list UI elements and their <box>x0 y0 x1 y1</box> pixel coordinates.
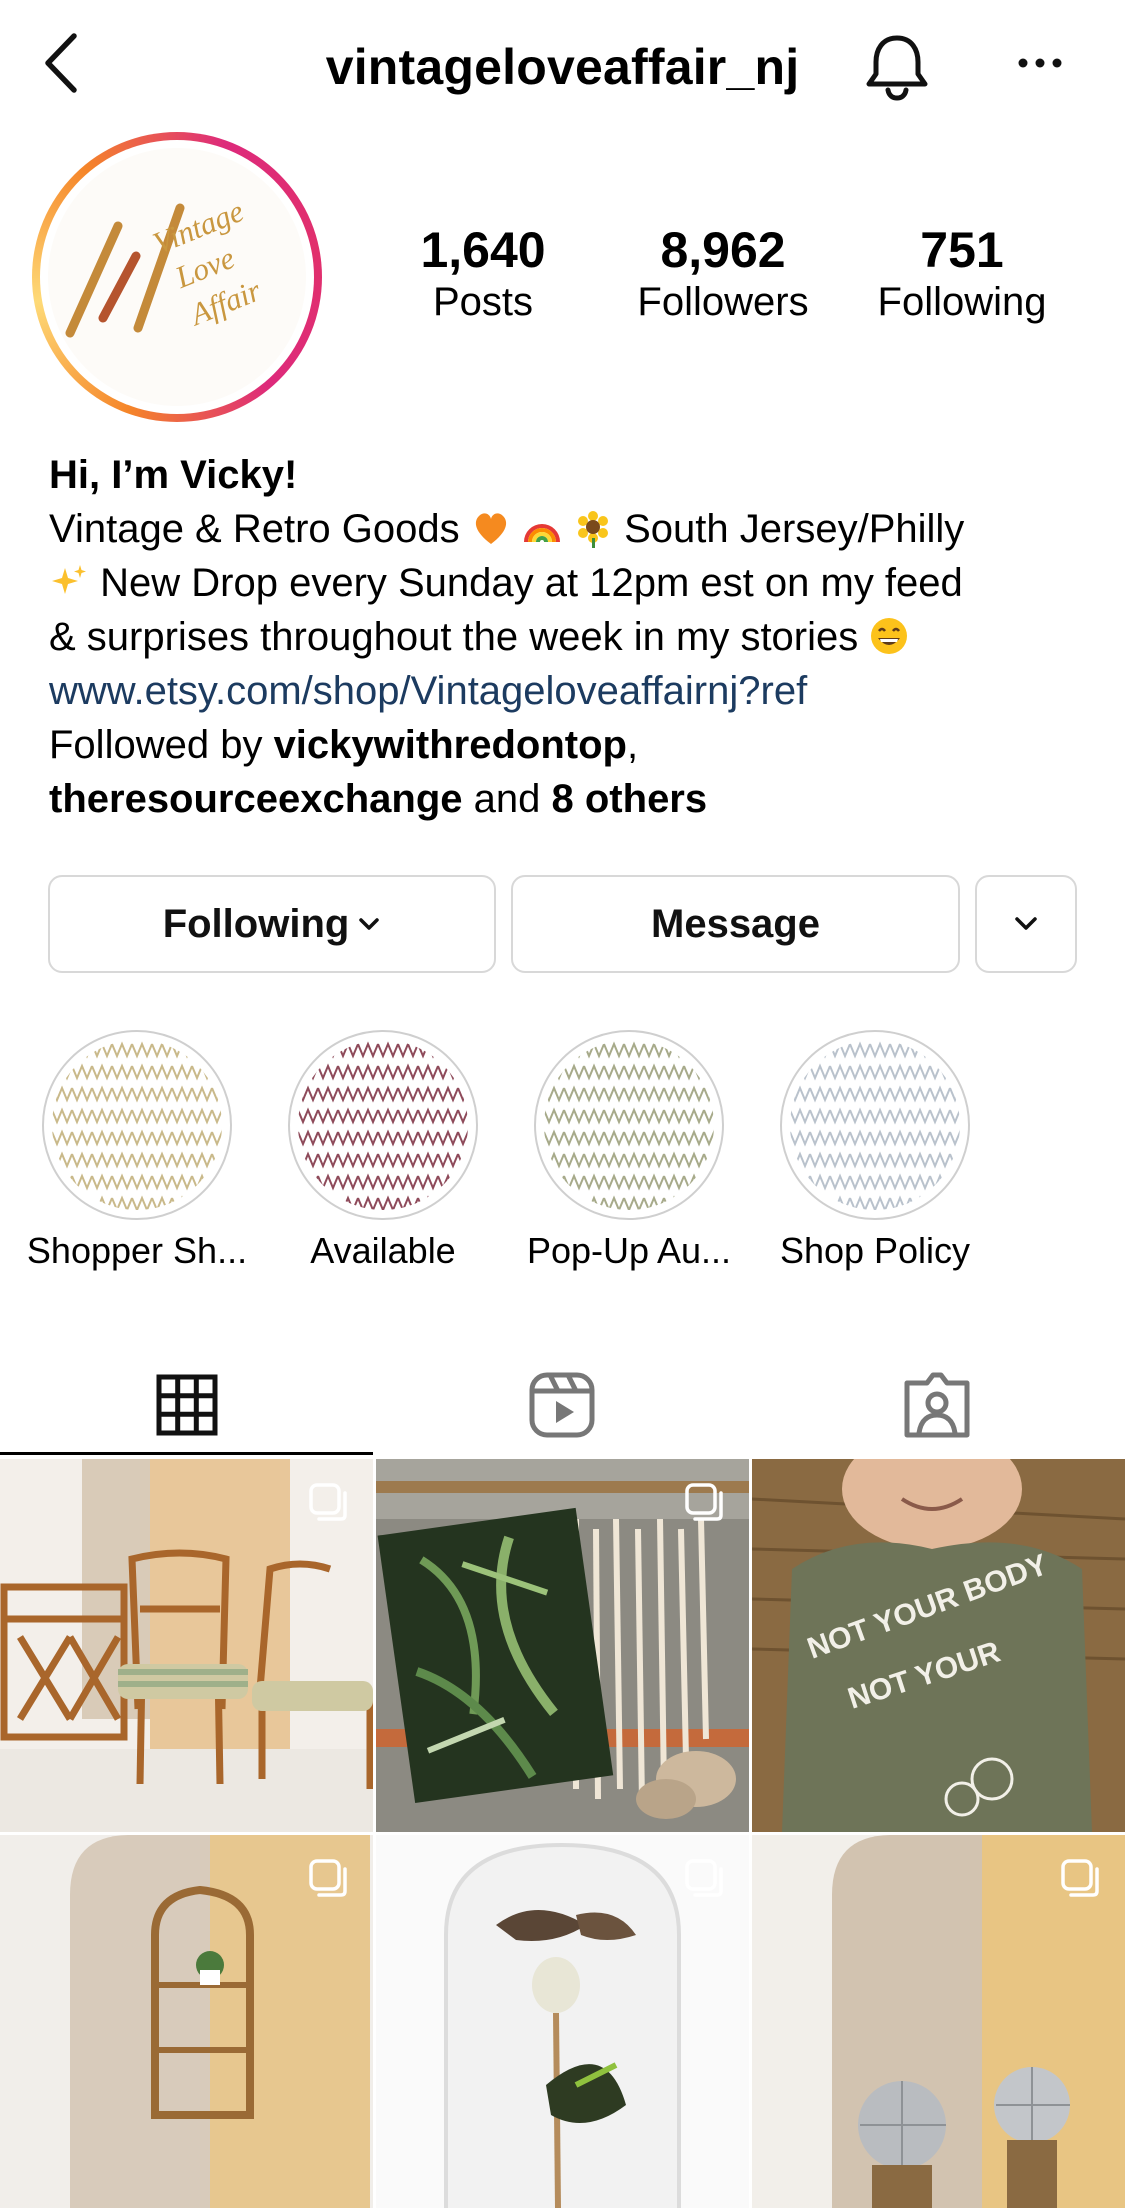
following-count: 751 <box>920 222 1004 278</box>
bio-line-2: New Drop every Sunday at 12pm est on my … <box>49 556 1089 610</box>
grid-icon <box>156 1374 218 1436</box>
tab-posts-grid[interactable] <box>2 1355 372 1455</box>
followed-by-others-link[interactable]: 8 others <box>552 777 708 821</box>
display-name: Hi, I’m Vicky! <box>49 453 298 497</box>
post-thumbnail[interactable] <box>752 1835 1125 2208</box>
post-thumbnail[interactable] <box>0 1459 373 1832</box>
highlight-shop-policy[interactable] <box>780 1030 970 1220</box>
chevron-down-icon <box>1015 917 1037 930</box>
highlight-cover <box>52 1040 222 1210</box>
highlight-cover <box>544 1040 714 1210</box>
tab-tagged[interactable] <box>752 1355 1122 1455</box>
following-label: Following <box>877 280 1047 324</box>
followed-by-line-2: theresourceexchange and 8 others <box>49 777 708 821</box>
highlight-shopper[interactable] <box>42 1030 232 1220</box>
post-thumbnail[interactable] <box>376 1459 749 1832</box>
active-tab-indicator <box>0 1452 373 1455</box>
highlight-popup[interactable] <box>534 1030 724 1220</box>
highlight-label: Available <box>310 1230 456 1271</box>
highlight-label: Shopper Sh... <box>26 1230 248 1271</box>
carousel-icon <box>1061 1859 1099 1897</box>
bio-line-1: Vintage & Retro Goods South Jersey/Phill… <box>49 507 965 551</box>
grinning-face-icon <box>871 618 908 654</box>
chevron-down-icon <box>359 918 380 930</box>
sparkles-icon <box>52 565 86 594</box>
followers-label: Followers <box>637 280 809 324</box>
highlight-cover <box>298 1040 468 1210</box>
suggested-accounts-button[interactable] <box>975 875 1077 973</box>
carousel-icon <box>685 1859 723 1897</box>
bio-line-3: & surprises throughout the week in my st… <box>49 610 1089 664</box>
carousel-icon <box>309 1483 347 1521</box>
highlight-cover <box>790 1040 960 1210</box>
rainbow-icon <box>523 524 560 543</box>
tshirt-photo: NOT YOUR BODY NOT YOUR <box>752 1459 1125 1832</box>
post-thumbnail[interactable] <box>0 1835 373 2208</box>
bio: Hi, I’m Vicky! Vintage & Retro Goods Sou… <box>49 448 1089 826</box>
highlight-label: Shop Policy <box>779 1230 971 1271</box>
highlight-label: Pop-Up Au... <box>526 1230 732 1271</box>
reels-icon <box>529 1372 595 1438</box>
following-stat[interactable]: 751 Following <box>872 222 1052 326</box>
avatar[interactable]: Vintage Love Affair <box>48 148 306 406</box>
posts-count: 1,640 <box>420 222 546 278</box>
more-options-icon[interactable] <box>1015 48 1065 78</box>
followed-by-user-link[interactable]: vickywithredontop <box>274 723 627 767</box>
carousel-icon <box>309 1859 347 1897</box>
profile-username: vintageloveaffair_nj <box>325 39 800 95</box>
orange-heart-icon <box>475 513 506 544</box>
posts-stat[interactable]: 1,640 Posts <box>393 222 573 326</box>
post-thumbnail[interactable] <box>376 1835 749 2208</box>
followers-count: 8,962 <box>660 222 786 278</box>
followed-by-user-link[interactable]: theresourceexchange <box>49 777 463 821</box>
following-button[interactable]: Following <box>48 875 496 973</box>
post-thumbnail[interactable]: NOT YOUR BODY NOT YOUR <box>752 1459 1125 1832</box>
sunflower-icon <box>578 511 608 548</box>
tagged-icon <box>904 1372 970 1438</box>
followers-stat[interactable]: 8,962 Followers <box>633 222 813 326</box>
posts-label: Posts <box>432 280 534 324</box>
highlight-available[interactable] <box>288 1030 478 1220</box>
message-button[interactable]: Message <box>511 875 960 973</box>
notification-bell-icon[interactable] <box>862 30 932 102</box>
vintage-love-affair-logo: Vintage Love Affair <box>65 193 266 338</box>
bio-website-link[interactable]: www.etsy.com/shop/Vintageloveaffairnj?re… <box>49 664 1089 718</box>
followed-by-line-1: Followed by vickywithredontop, <box>49 723 639 767</box>
carousel-icon <box>685 1483 723 1521</box>
tab-reels[interactable] <box>377 1355 747 1455</box>
